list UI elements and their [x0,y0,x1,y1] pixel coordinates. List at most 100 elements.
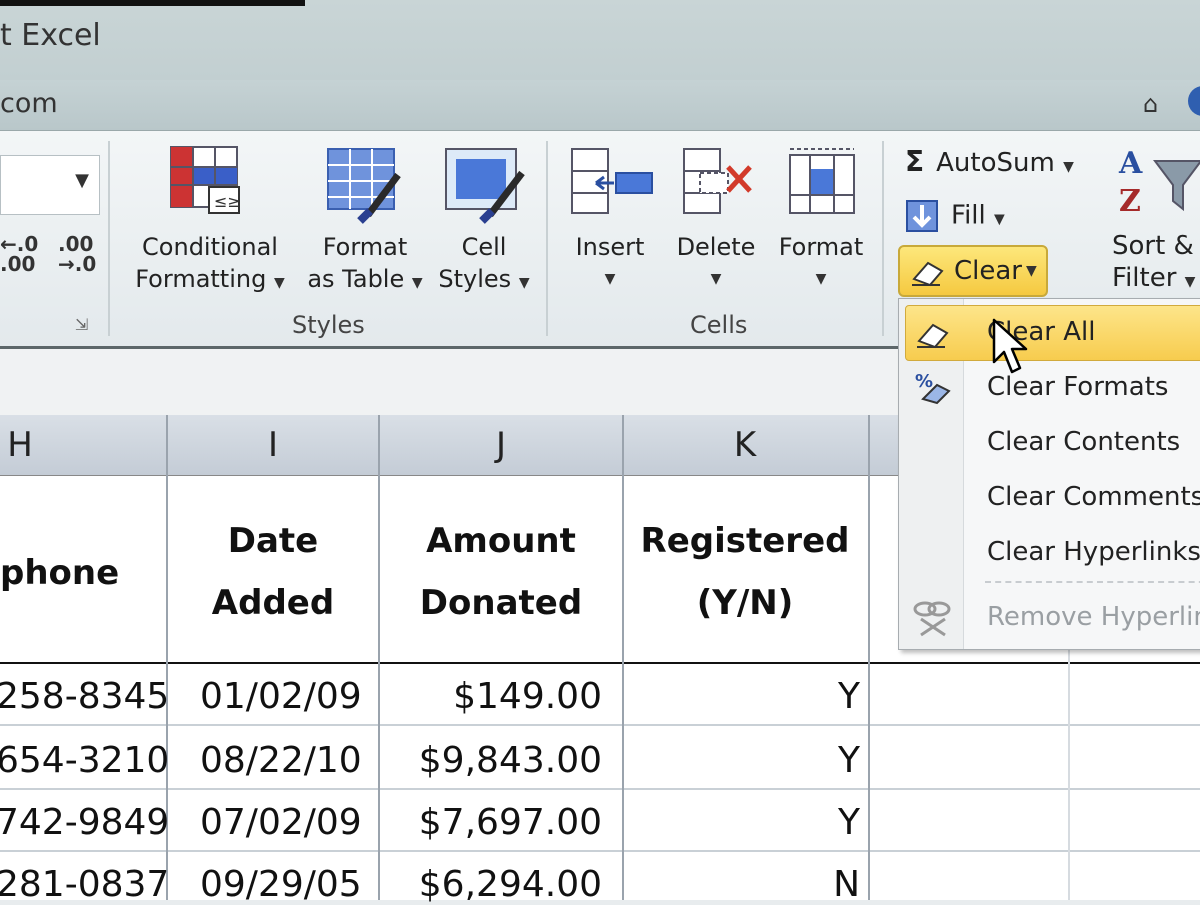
conditional-formatting-icon: ≤≥ [170,146,241,214]
chevron-down-icon: ▼ [1063,159,1074,175]
chevron-down-icon: ▼ [994,211,1005,228]
header-text: (Y/N) [696,583,794,623]
chevron-down-icon: ▼ [710,271,722,287]
svg-text:≤≥: ≤≥ [214,192,241,211]
cell-date[interactable]: 01/02/09 [200,676,362,717]
dialog-launcher-icon[interactable]: ⇲ [75,315,88,334]
conditional-formatting-label-1: Conditional [142,233,278,261]
column-divider [622,415,624,900]
column-header-j[interactable]: J [380,425,622,465]
autosum-label: AutoSum [936,148,1055,178]
eraser-icon [912,261,944,287]
eraser-icon [917,323,949,349]
format-as-table-label-1: Format [322,233,408,261]
window-title: t Excel [0,18,101,53]
cell-registered[interactable]: Y [838,676,860,717]
remove-hyperlink-icon [913,601,951,637]
sort-filter-icon: A Z [1118,146,1200,219]
conditional-formatting-label-2: Formatting ▼ [135,265,285,293]
delete-cells-icon [683,148,752,214]
header-text: Registered [640,521,850,561]
number-format-dropdown[interactable]: ▼ [0,155,100,215]
group-separator [882,141,884,336]
chevron-down-icon: ▼ [411,275,423,291]
chevron-down-icon: ▼ [75,170,89,191]
group-separator [108,141,110,336]
header-text: Added [211,583,335,623]
svg-text:%: % [915,371,933,392]
group-separator [546,141,548,336]
cell-date[interactable]: 08/22/10 [200,740,362,781]
format-as-table-button[interactable]: Format as Table ▼ [300,145,430,299]
cell-styles-label-1: Cell [461,233,507,261]
cell-phone[interactable]: 281-0837 [0,864,169,905]
header-bottom-border [0,662,1200,664]
clear-label: Clear [954,256,1022,286]
menu-item-clear-hyperlinks[interactable]: Clear Hyperlinks [987,537,1200,567]
header-cell-date-added[interactable]: Date Added [168,510,378,634]
delete-label: Delete [676,233,756,261]
format-label: Format [778,233,864,261]
tab-strip: com ⌂ [0,80,1200,131]
sort-filter-label-2: Filter ▼ [1112,263,1196,293]
header-text: Date [227,521,319,561]
insert-cells-icon [571,148,653,214]
insert-label: Insert [575,233,645,261]
title-bar-edge [0,0,305,6]
sigma-icon: Σ [905,145,925,178]
header-cell-phone[interactable]: phone [0,542,120,604]
row-divider [0,724,1200,726]
decrease-decimal-button[interactable]: ←.0.00 [0,234,38,274]
format-as-table-label-2: as Table ▼ [307,265,423,293]
header-cell-registered[interactable]: Registered (Y/N) [624,510,866,634]
cell-amount[interactable]: $7,697.00 [419,802,602,843]
cell-styles-label-2: Styles ▼ [438,265,530,293]
cell-phone[interactable]: 742-9849 [0,802,169,843]
minimize-ribbon-icon[interactable]: ⌂ [1143,90,1158,118]
autosum-button[interactable]: Σ AutoSum ▼ [905,145,1074,178]
clear-formats-icon: % [915,371,951,405]
chevron-down-icon: ▼ [273,275,285,291]
mouse-cursor-icon [992,318,1028,374]
cell-styles-button[interactable]: Cell Styles ▼ [432,145,536,299]
increase-decimal-button[interactable]: .00 →.0 [58,234,96,274]
sort-filter-label-1: Sort & [1112,231,1194,261]
fill-button[interactable]: Fill ▼ [905,199,1005,233]
column-header-k[interactable]: K [624,425,866,465]
svg-text:Z: Z [1119,184,1141,219]
header-text: Donated [419,583,583,623]
delete-cells-button[interactable]: Delete ▼ [668,145,764,295]
row-divider [0,850,1200,852]
cell-amount[interactable]: $149.00 [453,676,602,717]
column-divider [868,415,870,900]
conditional-formatting-button[interactable]: ≤≥ Conditional Formatting ▼ [125,145,295,299]
clear-button[interactable]: Clear ▼ [898,245,1048,297]
svg-text:A: A [1118,146,1143,181]
cell-phone[interactable]: 258-8345 [0,676,169,717]
cell-amount[interactable]: $6,294.00 [419,864,602,905]
header-cell-amount-donated[interactable]: Amount Donated [380,510,622,634]
cell-phone[interactable]: 654-3210 [0,740,169,781]
menu-item-clear-comments[interactable]: Clear Comments [987,482,1200,512]
chevron-down-icon: ▼ [604,271,616,287]
column-header-i[interactable]: I [168,425,378,465]
chevron-down-icon: ▼ [1184,274,1196,290]
menu-item-clear-contents[interactable]: Clear Contents [987,427,1180,457]
column-header-h[interactable]: H [0,425,40,465]
cell-registered[interactable]: N [833,864,860,905]
document-name: com [0,88,58,119]
fill-down-icon [906,200,938,232]
insert-cells-button[interactable]: Insert ▼ [562,145,658,295]
format-cells-button[interactable]: Format ▼ [774,145,868,295]
cell-date[interactable]: 07/02/09 [200,802,362,843]
sort-filter-button[interactable]: Sort & Filter ▼ [1112,230,1195,298]
cell-registered[interactable]: Y [838,802,860,843]
cell-amount[interactable]: $9,843.00 [419,740,602,781]
cell-registered[interactable]: Y [838,740,860,781]
help-icon[interactable] [1188,86,1200,116]
menu-separator [985,581,1200,583]
column-divider [378,415,380,900]
row-divider [0,788,1200,790]
format-cells-icon [789,148,855,214]
cell-date[interactable]: 09/29/05 [200,864,362,905]
